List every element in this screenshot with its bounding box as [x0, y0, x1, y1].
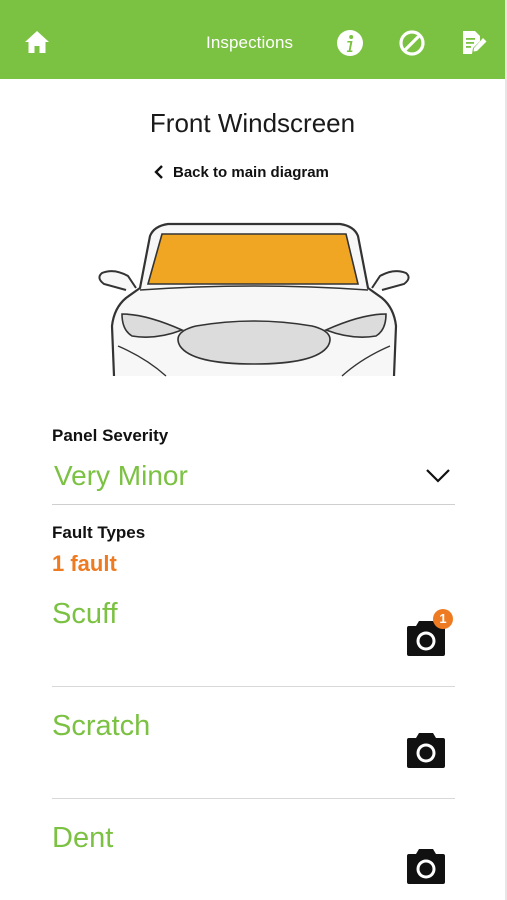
- edit-report-button[interactable]: [460, 29, 488, 57]
- fault-types-label: Fault Types: [52, 523, 146, 542]
- home-icon: [25, 31, 49, 53]
- back-link-label: Back to main diagram: [173, 163, 329, 181]
- left-mirror: [98, 270, 137, 291]
- top-app-bar: Inspections: [0, 0, 505, 79]
- front-grille: [177, 320, 331, 365]
- edit-document-icon: [463, 31, 487, 54]
- fault-name: Scuff: [52, 598, 118, 630]
- fault-name: Scratch: [52, 710, 151, 742]
- camera-icon[interactable]: [404, 848, 448, 886]
- block-button[interactable]: [398, 29, 426, 57]
- fault-row-dent[interactable]: Dent: [52, 798, 455, 900]
- panel-severity-select[interactable]: Very Minor: [52, 452, 455, 505]
- car-front-diagram: [98, 222, 410, 377]
- chevron-left-icon: [154, 165, 163, 179]
- photo-count-badge: 1: [433, 609, 453, 629]
- chevron-down-icon: [426, 469, 450, 483]
- app-title[interactable]: Inspections: [206, 33, 293, 53]
- back-to-diagram-link[interactable]: Back to main diagram: [153, 161, 329, 183]
- fault-row-scratch[interactable]: Scratch: [52, 686, 455, 799]
- page-title: Front Windscreen: [149, 108, 356, 138]
- info-button[interactable]: [336, 29, 364, 57]
- info-icon: [337, 30, 363, 56]
- right-mirror: [371, 270, 410, 291]
- home-button[interactable]: [23, 29, 51, 55]
- camera-icon[interactable]: [404, 732, 448, 770]
- fault-row-scuff[interactable]: Scuff 1: [52, 574, 455, 687]
- panel-severity-label: Panel Severity: [52, 426, 169, 445]
- fault-name: Dent: [52, 822, 114, 854]
- severity-value: Very Minor: [54, 460, 188, 491]
- block-icon: [399, 30, 425, 56]
- windscreen-panel-highlighted[interactable]: [146, 233, 360, 285]
